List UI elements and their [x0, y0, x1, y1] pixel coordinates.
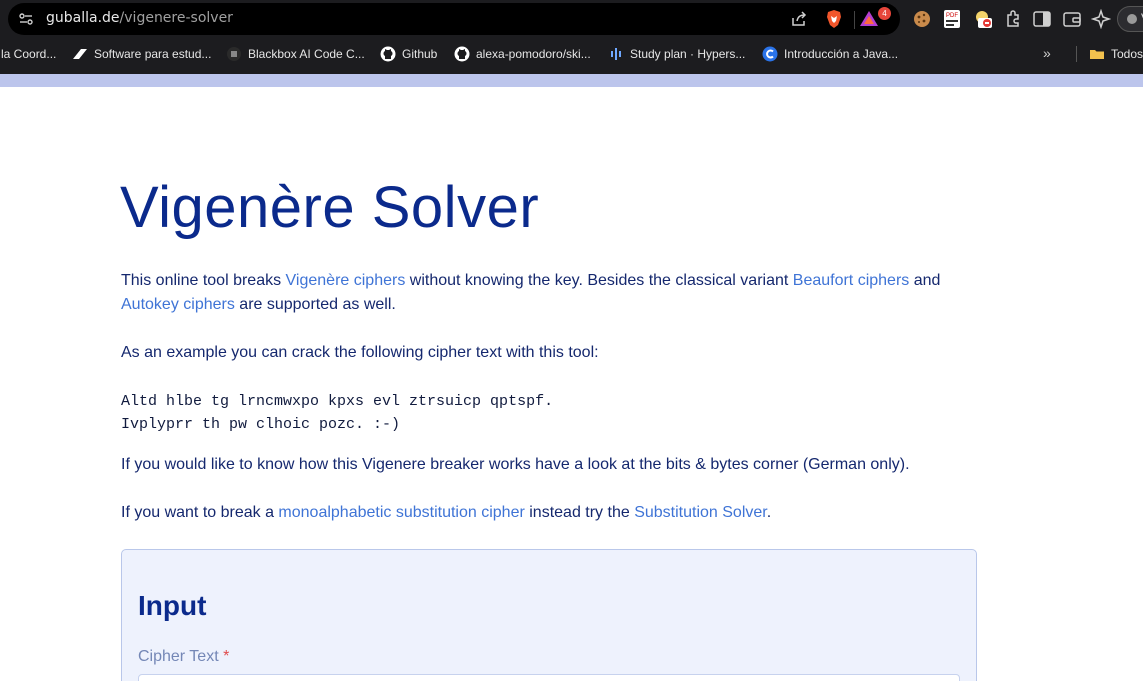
bookmark-item[interactable]: alexa-pomodoro/ski...: [454, 43, 591, 65]
profile-avatar-icon: [1127, 14, 1137, 24]
intro-paragraph: This online tool breaks Vigenère ciphers…: [121, 269, 951, 317]
bookmarks-bar: la Coord... Software para estud... Black…: [0, 43, 1143, 65]
intro-text: and: [909, 272, 941, 289]
github-icon: [380, 46, 396, 62]
profile-button[interactable]: V: [1117, 6, 1143, 32]
cipher-text-label-text: Cipher Text: [138, 648, 219, 665]
bookmark-label: Blackbox AI Code C...: [248, 47, 365, 61]
autokey-ciphers-link[interactable]: Autokey ciphers: [121, 296, 235, 313]
url-path: /vigenere-solver: [119, 10, 233, 26]
blackbox-icon: [227, 47, 241, 61]
folder-icon: [1090, 50, 1104, 59]
bits-bytes-paragraph: If you would like to know how this Vigen…: [121, 456, 910, 473]
github-icon: [454, 46, 470, 62]
required-marker: *: [223, 648, 230, 665]
wallet-icon[interactable]: [1062, 9, 1082, 29]
beaufort-ciphers-link[interactable]: Beaufort ciphers: [793, 272, 910, 289]
url-host: guballa.de: [46, 10, 120, 26]
brave-rewards-icon[interactable]: [858, 9, 880, 29]
rewards-badge: 4: [878, 7, 891, 20]
sidebar-toggle-icon[interactable]: [1032, 9, 1052, 29]
page-content: Vigenère Solver This online tool breaks …: [0, 87, 1143, 681]
page-title: Vigenère Solver: [120, 175, 540, 240]
browser-chrome: guballa.de/vigenere-solver 4 PDF la Coor…: [0, 0, 1143, 74]
intro-text: are supported as well.: [234, 296, 396, 313]
substitution-text: If you want to break a: [121, 504, 279, 521]
bookmark-item[interactable]: Github: [380, 43, 437, 65]
bookmark-label: Study plan · Hypers...: [630, 47, 746, 61]
cookie-extension-icon[interactable]: [912, 9, 932, 29]
example-intro: As an example you can crack the followin…: [121, 344, 599, 361]
cipher-text-input[interactable]: [138, 674, 960, 681]
bookmarks-separator: [1076, 46, 1077, 62]
software-icon: [73, 49, 87, 59]
bookmark-item[interactable]: la Coord...: [1, 43, 56, 65]
bookmark-label: Software para estud...: [94, 47, 212, 61]
substitution-text: instead try the: [524, 504, 635, 521]
leo-ai-icon[interactable]: [1091, 9, 1111, 29]
bookmark-item[interactable]: Software para estud...: [72, 43, 211, 65]
cipher-line: Altd hlbe tg lrncmwxpo kpxs evl ztrsuicp…: [121, 393, 554, 410]
address-bar-separator: [854, 11, 855, 29]
intro-text: without knowing the key. Besides the cla…: [405, 272, 793, 289]
bookmark-item[interactable]: Introducción a Java...: [762, 43, 898, 65]
vigenere-ciphers-link[interactable]: Vigenère ciphers: [286, 272, 406, 289]
site-info-icon[interactable]: [18, 11, 34, 27]
bookmark-item[interactable]: Study plan · Hypers...: [608, 43, 745, 65]
input-section-title: Input: [138, 590, 207, 621]
svg-text:PDF: PDF: [946, 13, 958, 19]
share-icon[interactable]: [789, 9, 809, 29]
page-header-strip: [0, 74, 1143, 87]
example-cipher-text: Altd hlbe tg lrncmwxpo kpxs evl ztrsuicp…: [121, 390, 553, 436]
bookmarks-overflow-button[interactable]: »: [1043, 45, 1051, 61]
substitution-text: .: [766, 504, 772, 521]
coursera-icon: [762, 46, 778, 62]
extensions-puzzle-icon[interactable]: [1003, 9, 1023, 29]
input-panel: Input Cipher Text *: [121, 549, 977, 681]
hyperskill-icon: [611, 48, 621, 60]
bookmark-label: Github: [402, 47, 438, 61]
intro-text: This online tool breaks: [121, 272, 286, 289]
substitution-paragraph: If you want to break a monoalphabetic su…: [121, 501, 951, 525]
address-bar[interactable]: guballa.de/vigenere-solver 4: [8, 3, 900, 35]
monoalphabetic-cipher-link[interactable]: monoalphabetic substitution cipher: [278, 504, 524, 521]
pdf-extension-icon[interactable]: PDF: [942, 9, 962, 29]
bookmark-label: Introducción a Java...: [784, 47, 899, 61]
popcorn-extension-icon[interactable]: [974, 9, 994, 29]
bookmark-item[interactable]: Blackbox AI Code C...: [226, 43, 365, 65]
cipher-text-label: Cipher Text *: [138, 648, 229, 666]
brave-shields-icon[interactable]: [824, 9, 844, 29]
cipher-line: Ivplyprr th pw clhoic pozc. :-): [121, 416, 401, 433]
bookmark-label: la Coord...: [1, 47, 57, 61]
bookmark-label: alexa-pomodoro/ski...: [476, 47, 591, 61]
substitution-solver-link[interactable]: Substitution Solver: [634, 504, 767, 521]
bookmark-folder[interactable]: Todos: [1089, 43, 1143, 65]
url-text[interactable]: guballa.de/vigenere-solver: [46, 10, 233, 26]
bookmark-folder-label: Todos: [1111, 47, 1143, 61]
